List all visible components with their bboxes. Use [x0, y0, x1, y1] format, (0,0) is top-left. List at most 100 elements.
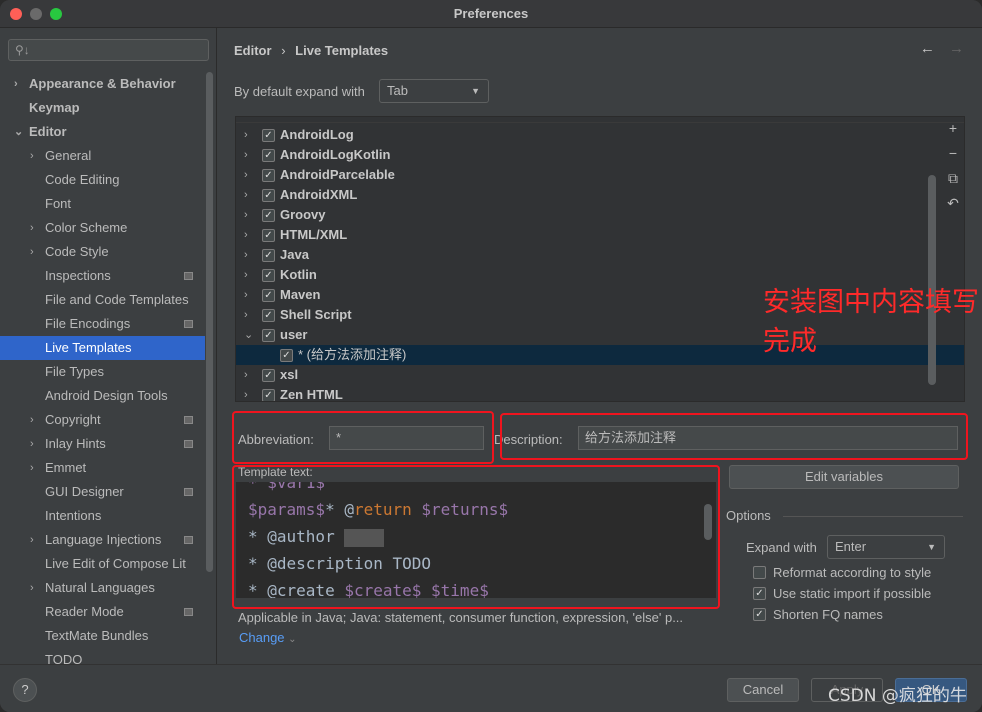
- static-import-checkbox[interactable]: ✓: [753, 587, 766, 600]
- sidebar-item-label: File Types: [45, 364, 105, 379]
- template-checkbox[interactable]: ✓: [262, 169, 275, 182]
- sidebar-item[interactable]: › Emmet: [0, 456, 205, 480]
- template-group[interactable]: › ✓ Zen HTML: [236, 385, 964, 401]
- expand-arrow-icon[interactable]: ›: [244, 125, 248, 145]
- sidebar-item[interactable]: › General: [0, 144, 205, 168]
- copy-icon[interactable]: ⧉: [940, 166, 966, 191]
- sidebar-item[interactable]: GUI Designer: [0, 480, 205, 504]
- template-checkbox[interactable]: ✓: [262, 189, 275, 202]
- expand-arrow-icon[interactable]: ›: [244, 145, 248, 165]
- sidebar-item[interactable]: Inspections: [0, 264, 205, 288]
- expand-arrow-icon[interactable]: ›: [30, 432, 34, 456]
- template-checkbox[interactable]: ✓: [262, 309, 275, 322]
- sidebar-item-label: TextMate Bundles: [45, 628, 149, 643]
- template-group[interactable]: › ✓ xsl: [236, 365, 964, 385]
- expand-with-select[interactable]: Enter ▼: [827, 535, 945, 559]
- sidebar-item[interactable]: Code Editing: [0, 168, 205, 192]
- sidebar-item-label: Live Templates: [45, 340, 132, 355]
- template-group[interactable]: › ✓ AndroidLog: [236, 125, 964, 145]
- sidebar-item-label: File and Code Templates: [45, 292, 189, 307]
- reformat-checkbox[interactable]: [753, 566, 766, 579]
- settings-search-input[interactable]: ⚲↓: [8, 39, 209, 61]
- expand-arrow-icon[interactable]: ›: [30, 240, 34, 264]
- sidebar-item[interactable]: Android Design Tools: [0, 384, 205, 408]
- sidebar-item[interactable]: › Color Scheme: [0, 216, 205, 240]
- expand-arrow-icon[interactable]: ›: [244, 305, 248, 325]
- template-label: xsl: [280, 367, 299, 382]
- options-heading: Options: [726, 508, 771, 523]
- revert-icon[interactable]: ↶: [940, 191, 966, 216]
- template-group[interactable]: › ✓ Groovy: [236, 205, 964, 225]
- help-button[interactable]: ?: [13, 678, 37, 702]
- sidebar-scrollbar[interactable]: [206, 72, 213, 572]
- sidebar-item[interactable]: Keymap: [0, 96, 205, 120]
- template-checkbox[interactable]: ✓: [262, 329, 275, 342]
- expand-arrow-icon[interactable]: ›: [30, 144, 34, 168]
- expand-arrow-icon[interactable]: ›: [244, 265, 248, 285]
- sidebar-item[interactable]: Font: [0, 192, 205, 216]
- add-icon[interactable]: +: [940, 116, 966, 141]
- expand-arrow-icon[interactable]: ›: [244, 205, 248, 225]
- back-arrow-icon[interactable]: ←: [920, 40, 935, 57]
- close-window-button[interactable]: [10, 8, 22, 20]
- window-title: Preferences: [453, 6, 529, 21]
- expand-arrow-icon[interactable]: ›: [30, 528, 34, 552]
- sidebar-item[interactable]: Live Templates: [0, 336, 205, 360]
- template-checkbox[interactable]: ✓: [262, 289, 275, 302]
- sidebar-item[interactable]: › Language Injections: [0, 528, 205, 552]
- minimize-window-button[interactable]: [30, 8, 42, 20]
- sidebar-item[interactable]: File and Code Templates: [0, 288, 205, 312]
- template-checkbox[interactable]: ✓: [262, 369, 275, 382]
- template-checkbox[interactable]: ✓: [262, 149, 275, 162]
- template-group[interactable]: › ✓ Java: [236, 245, 964, 265]
- expand-arrow-icon[interactable]: ›: [30, 408, 34, 432]
- remove-icon[interactable]: −: [940, 141, 966, 166]
- shorten-fq-checkbox[interactable]: ✓: [753, 608, 766, 621]
- sidebar-item[interactable]: TextMate Bundles: [0, 624, 205, 648]
- edit-variables-button[interactable]: Edit variables: [729, 465, 959, 489]
- forward-arrow-icon[interactable]: →: [949, 40, 964, 57]
- template-checkbox[interactable]: ✓: [262, 389, 275, 401]
- expand-arrow-icon[interactable]: ⌄: [14, 120, 23, 144]
- template-checkbox[interactable]: ✓: [262, 229, 275, 242]
- expand-arrow-icon[interactable]: ›: [244, 365, 248, 385]
- expand-arrow-icon[interactable]: ›: [14, 72, 18, 96]
- cancel-button[interactable]: Cancel: [727, 678, 799, 702]
- expand-arrow-icon[interactable]: ›: [244, 225, 248, 245]
- template-checkbox[interactable]: ✓: [262, 269, 275, 282]
- sidebar-item[interactable]: › Inlay Hints: [0, 432, 205, 456]
- sidebar-item[interactable]: Reader Mode: [0, 600, 205, 624]
- expand-arrow-icon[interactable]: ›: [244, 385, 248, 401]
- sidebar-item[interactable]: Intentions: [0, 504, 205, 528]
- expand-arrow-icon[interactable]: ›: [244, 245, 248, 265]
- change-contexts-link[interactable]: Change ⌄: [239, 630, 297, 645]
- template-checkbox[interactable]: ✓: [280, 349, 293, 362]
- sidebar-item[interactable]: › Copyright: [0, 408, 205, 432]
- template-checkbox[interactable]: ✓: [262, 209, 275, 222]
- template-group[interactable]: › ✓ AndroidXML: [236, 185, 964, 205]
- default-expand-select[interactable]: Tab ▼: [379, 79, 489, 103]
- sidebar-item[interactable]: › Code Style: [0, 240, 205, 264]
- template-checkbox[interactable]: ✓: [262, 129, 275, 142]
- template-checkbox[interactable]: ✓: [262, 249, 275, 262]
- breadcrumb-separator: ›: [281, 43, 286, 58]
- sidebar-item[interactable]: ⌄ Editor: [0, 120, 205, 144]
- expand-arrow-icon[interactable]: ⌄: [244, 325, 253, 345]
- zoom-window-button[interactable]: [50, 8, 62, 20]
- sidebar-item[interactable]: › Appearance & Behavior: [0, 72, 205, 96]
- sidebar-item[interactable]: File Types: [0, 360, 205, 384]
- expand-arrow-icon[interactable]: ›: [30, 456, 34, 480]
- expand-arrow-icon[interactable]: ›: [244, 165, 248, 185]
- expand-arrow-icon[interactable]: ›: [244, 185, 248, 205]
- template-group[interactable]: › ✓ AndroidParcelable: [236, 165, 964, 185]
- sidebar-item[interactable]: File Encodings: [0, 312, 205, 336]
- template-label: AndroidLogKotlin: [280, 147, 391, 162]
- sidebar-item[interactable]: › Natural Languages: [0, 576, 205, 600]
- sidebar-item-label: Color Scheme: [45, 220, 128, 235]
- expand-arrow-icon[interactable]: ›: [30, 576, 34, 600]
- expand-arrow-icon[interactable]: ›: [30, 216, 34, 240]
- expand-arrow-icon[interactable]: ›: [244, 285, 248, 305]
- template-group[interactable]: › ✓ AndroidLogKotlin: [236, 145, 964, 165]
- template-group[interactable]: › ✓ HTML/XML: [236, 225, 964, 245]
- sidebar-item[interactable]: Live Edit of Compose Lit: [0, 552, 205, 576]
